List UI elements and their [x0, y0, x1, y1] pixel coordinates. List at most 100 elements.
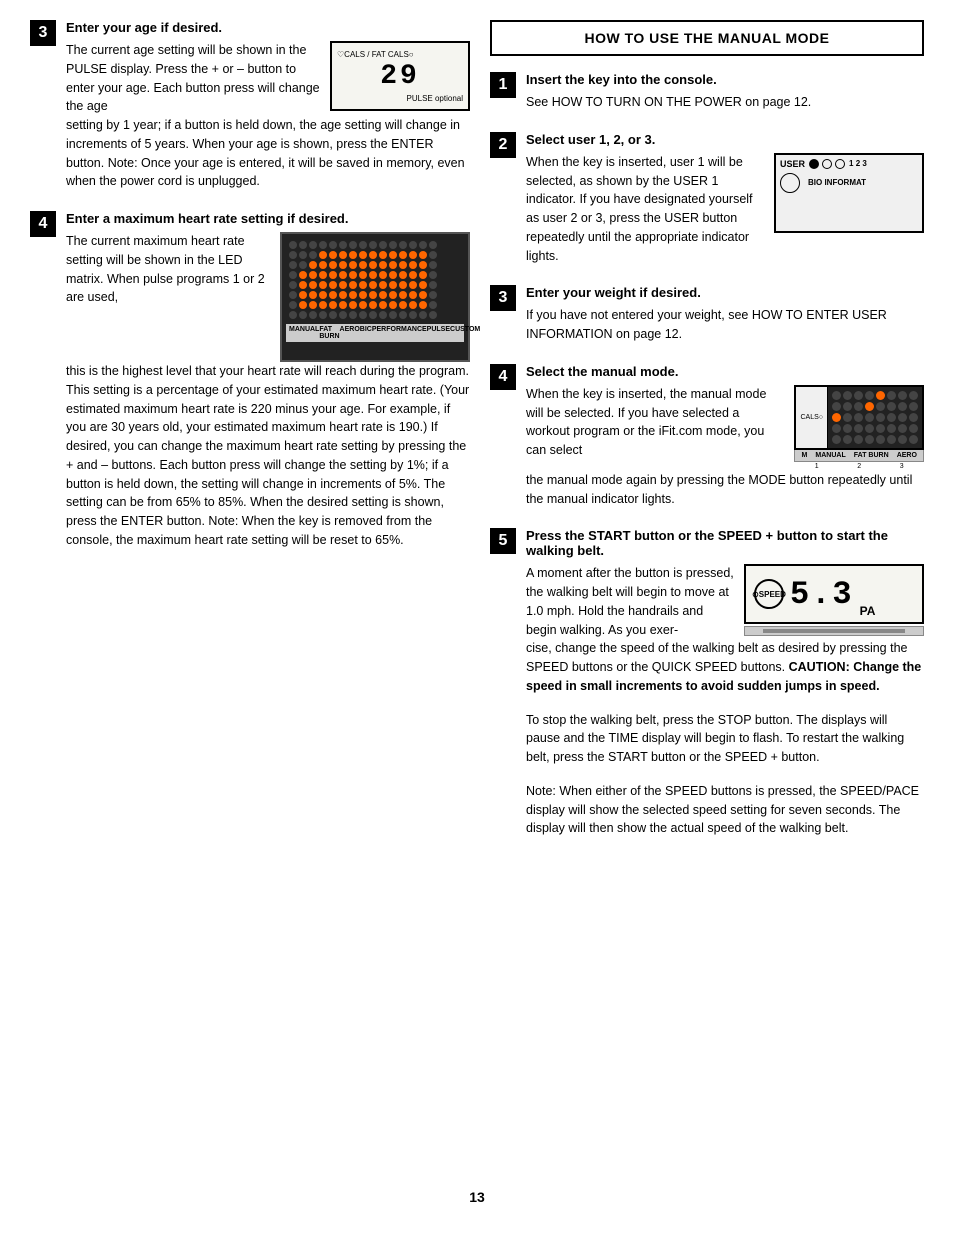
- led-dot-on: [319, 251, 327, 259]
- left-step-4: 4 Enter a maximum heart rate setting if …: [30, 211, 470, 550]
- right-step-5-title: Press the START button or the SPEED + bu…: [526, 528, 924, 558]
- led-dot-on: [389, 261, 397, 269]
- right-step-4-number: 4: [490, 364, 516, 390]
- led-dot: [289, 251, 297, 259]
- speed-label-box: ⊙SPEED: [754, 579, 784, 609]
- right-step-5-text-4: Note: When either of the SPEED buttons i…: [526, 782, 924, 838]
- user-label: USER: [780, 159, 805, 169]
- mm-led-row-1: [832, 391, 918, 400]
- mm-dot: [876, 424, 885, 433]
- mm-dot: [876, 413, 885, 422]
- led-dot: [369, 311, 377, 319]
- led-dot-on: [419, 251, 427, 259]
- led-dot-on: [329, 291, 337, 299]
- mm-dot-on: [865, 402, 874, 411]
- led-dot-on: [399, 291, 407, 299]
- right-step-4-title: Select the manual mode.: [526, 364, 924, 379]
- led-label-manual: MANUAL: [289, 326, 319, 340]
- led-dot: [319, 311, 327, 319]
- mm-led-row-2: [832, 402, 918, 411]
- mm-dot: [865, 413, 874, 422]
- led-dot: [369, 241, 377, 249]
- led-dot: [309, 241, 317, 249]
- right-column: HOW TO USE THE MANUAL MODE 1 Insert the …: [490, 20, 924, 1169]
- led-dot: [329, 311, 337, 319]
- led-dot: [409, 311, 417, 319]
- cals-label: ♡CALS / FAT CALS○: [337, 50, 414, 59]
- caution-text: CAUTION: Change the speed in small incre…: [526, 660, 921, 693]
- right-step-5-body: A moment after the button is pressed, th…: [526, 564, 924, 639]
- led-row-3: [289, 261, 461, 269]
- led-dot: [349, 241, 357, 249]
- led-dot: [319, 241, 327, 249]
- led-dot-on: [379, 291, 387, 299]
- led-row-2: [289, 251, 461, 259]
- right-step-1-number: 1: [490, 72, 516, 98]
- mm-dot: [843, 435, 852, 444]
- mm-bottom-labels: M MANUAL FAT BURN AERO: [794, 450, 924, 462]
- mm-dot: [909, 435, 918, 444]
- led-dot-on: [299, 301, 307, 309]
- left-step-3-text-cont: setting by 1 year; if a button is held d…: [66, 116, 470, 191]
- mm-dot: [909, 402, 918, 411]
- right-step-2: 2 Select user 1, 2, or 3. When the key i…: [490, 132, 924, 266]
- led-dot-on: [339, 301, 347, 309]
- led-dot-on: [389, 301, 397, 309]
- mm-dot: [843, 424, 852, 433]
- led-dot: [329, 241, 337, 249]
- right-step-2-content: Select user 1, 2, or 3. When the key is …: [526, 132, 924, 266]
- mm-dot: [876, 402, 885, 411]
- led-dot: [299, 251, 307, 259]
- led-dot: [419, 241, 427, 249]
- mm-dot: [887, 435, 896, 444]
- led-dot-on: [409, 301, 417, 309]
- mm-dot: [887, 391, 896, 400]
- mm-label-manual: MANUAL: [815, 452, 845, 459]
- led-dot: [309, 311, 317, 319]
- right-step-2-title: Select user 1, 2, or 3.: [526, 132, 924, 147]
- page: 3 Enter your age if desired. The current…: [0, 0, 954, 1235]
- led-dot: [379, 311, 387, 319]
- led-dot-on: [299, 271, 307, 279]
- left-step-4-number: 4: [30, 211, 56, 237]
- mm-dot: [898, 413, 907, 422]
- speed-circle-text: ⊙SPEED: [752, 590, 786, 599]
- led-dot-on: [319, 271, 327, 279]
- led-dot: [379, 241, 387, 249]
- mm-label-m: M: [802, 452, 808, 459]
- led-dot-on: [329, 271, 337, 279]
- user-nums: 1 2 3: [849, 159, 867, 168]
- led-dot: [299, 311, 307, 319]
- led-dot: [359, 241, 367, 249]
- led-dot-on: [369, 261, 377, 269]
- led-dot-on: [339, 261, 347, 269]
- manual-mode-header: HOW TO USE THE MANUAL MODE: [490, 20, 924, 56]
- right-step-2-body: When the key is inserted, user 1 will be…: [526, 153, 924, 266]
- mm-dot: [898, 402, 907, 411]
- led-dot-on: [409, 251, 417, 259]
- mm-led-row-3: [832, 413, 918, 422]
- speed-circle: ⊙SPEED: [754, 579, 784, 609]
- right-step-1-content: Insert the key into the console. See HOW…: [526, 72, 924, 112]
- led-dot-on: [339, 251, 347, 259]
- mm-dot-on: [832, 413, 841, 422]
- led-row-7: [289, 301, 461, 309]
- left-step-3-number: 3: [30, 20, 56, 46]
- led-label-fat: FAT BURN: [319, 326, 339, 340]
- right-step-1-text: See HOW TO TURN ON THE POWER on page 12.: [526, 93, 924, 112]
- led-dot-on: [369, 281, 377, 289]
- cals-left-label: CALS○: [800, 414, 823, 421]
- led-dot-on: [319, 261, 327, 269]
- led-dot: [399, 241, 407, 249]
- mm-dot: [898, 435, 907, 444]
- right-step-3-content: Enter your weight if desired. If you hav…: [526, 285, 924, 344]
- led-dot-on: [399, 261, 407, 269]
- led-dot-on: [349, 251, 357, 259]
- led-dot-on: [349, 281, 357, 289]
- led-dot-on: [379, 261, 387, 269]
- mm-dot: [876, 435, 885, 444]
- mm-dot: [843, 402, 852, 411]
- mm-dot: [854, 413, 863, 422]
- led-dot-on: [329, 251, 337, 259]
- led-dot: [429, 291, 437, 299]
